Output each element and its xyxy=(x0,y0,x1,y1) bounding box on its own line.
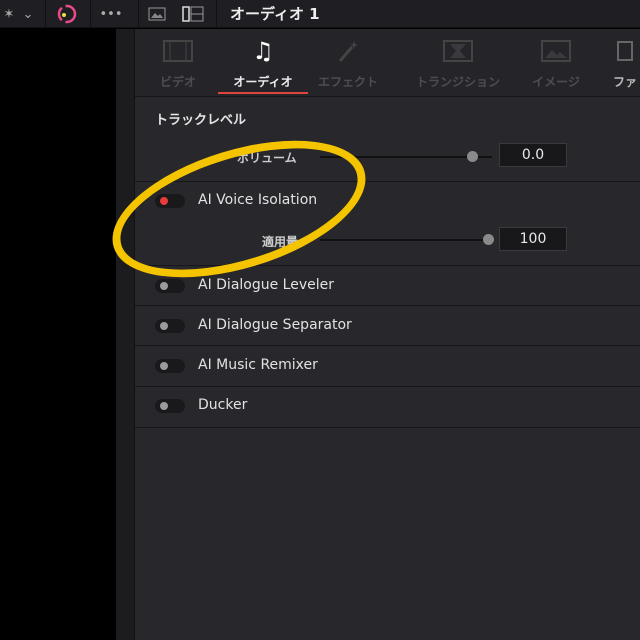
inspector-panel: ビデオ ♫ オーディオ エフェクト トランジション イメージ ファ トラックレベ… xyxy=(135,29,640,640)
inspector-tabs: ビデオ ♫ オーディオ エフェクト トランジション イメージ ファ xyxy=(135,29,640,97)
layout-icon[interactable] xyxy=(180,0,206,28)
dialogue-leveler-toggle[interactable] xyxy=(155,279,185,293)
amount-value-field[interactable]: 100 xyxy=(499,227,567,251)
volume-slider-thumb[interactable] xyxy=(467,151,478,162)
tab-transitions[interactable]: トランジション xyxy=(408,37,508,90)
active-tab-indicator xyxy=(218,92,308,94)
panel-gutter xyxy=(116,29,135,640)
ducker-toggle[interactable] xyxy=(155,399,185,413)
effects-icon[interactable]: ✶ xyxy=(0,0,18,28)
chevron-down-icon[interactable]: ⌄ xyxy=(18,0,38,28)
more-icon[interactable]: ••• xyxy=(92,0,130,28)
top-toolbar: ✶ ⌄ ••• オーディオ 1 xyxy=(0,0,640,28)
image-icon xyxy=(511,37,601,65)
tab-image[interactable]: イメージ xyxy=(511,37,601,90)
feature-label: AI Dialogue Separator xyxy=(198,317,352,333)
dialogue-separator-toggle[interactable] xyxy=(155,319,185,333)
color-wheel-icon[interactable] xyxy=(52,0,82,28)
feature-label: Ducker xyxy=(198,397,248,413)
amount-slider[interactable] xyxy=(320,239,492,241)
amount-slider-thumb[interactable] xyxy=(483,234,494,245)
music-remixer-toggle[interactable] xyxy=(155,359,185,373)
music-note-icon: ♫ xyxy=(252,37,274,65)
magic-wand-icon xyxy=(303,37,393,65)
volume-value-field[interactable]: 0.0 xyxy=(499,143,567,167)
feature-label: AI Dialogue Leveler xyxy=(198,277,335,293)
window-title: オーディオ 1 xyxy=(230,5,320,23)
tab-audio[interactable]: ♫ オーディオ xyxy=(218,37,308,90)
transition-icon xyxy=(408,37,508,65)
tab-effects[interactable]: エフェクト xyxy=(303,37,393,90)
film-icon xyxy=(133,37,223,65)
viewer-panel xyxy=(0,29,116,640)
section-title: トラックレベル xyxy=(155,113,247,128)
viewer-icon[interactable] xyxy=(145,0,169,28)
file-icon xyxy=(595,37,640,65)
tab-video[interactable]: ビデオ xyxy=(133,37,223,90)
feature-label: AI Music Remixer xyxy=(198,357,318,373)
tab-file[interactable]: ファ xyxy=(595,37,640,90)
